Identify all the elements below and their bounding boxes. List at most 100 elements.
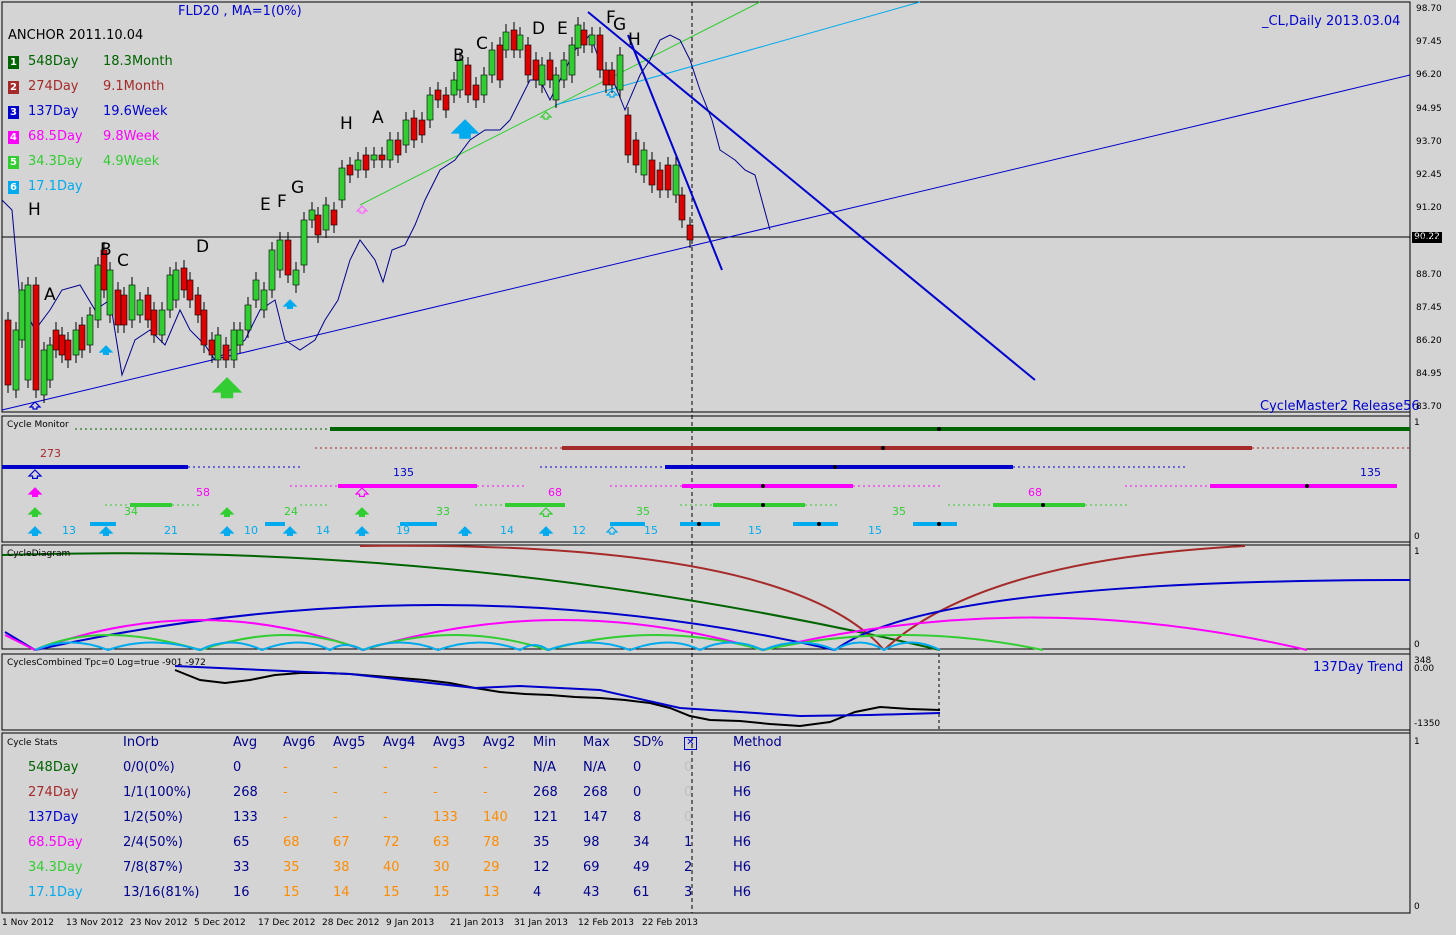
stats-header: Avg5 (333, 735, 366, 750)
stats-cell: 268 (233, 785, 258, 800)
candle-body (40, 349, 48, 396)
candle-body (166, 274, 174, 311)
candle-body (314, 214, 322, 236)
candle-body (678, 194, 686, 221)
monitor-number: 24 (284, 505, 298, 518)
stats-panel-border (1, 732, 1411, 914)
candle-body (640, 149, 648, 176)
stats-header: Min (533, 735, 557, 750)
price-tick: 83.70 (1416, 402, 1442, 413)
candle-body (18, 289, 26, 341)
candle-body (656, 169, 664, 191)
close-icon: ✕ (684, 737, 697, 750)
candle-body (524, 44, 532, 76)
candle-body (370, 154, 378, 161)
candle-body (338, 167, 346, 201)
monitor-number: 13 (62, 524, 76, 537)
wave-label: D (532, 19, 546, 39)
stats-cell: 268 (533, 785, 558, 800)
stats-cell: 69 (583, 860, 600, 875)
monitor-number: 35 (892, 505, 906, 518)
stats-cell: 13 (483, 885, 500, 900)
candle-body (418, 119, 426, 136)
stats-cell: - (433, 785, 438, 800)
diagram-panel-border (1, 544, 1411, 650)
legend-day: 17.1Day (28, 179, 83, 194)
cycle-arrow (219, 526, 235, 536)
candle-body (46, 344, 54, 381)
stats-cell: - (483, 760, 488, 775)
candle-body (252, 279, 260, 301)
candle-body (300, 219, 308, 266)
cycle-arrow (354, 507, 370, 517)
date-tick: 13 Nov 2012 (66, 918, 124, 928)
candle-body (450, 79, 458, 96)
stats-cell: 13/16(81%) (123, 885, 200, 900)
monitor-number: 34 (124, 505, 138, 518)
candle-body (308, 209, 316, 221)
candle-body (434, 89, 442, 101)
stats-cell: 1 (684, 835, 693, 850)
candle-body (86, 314, 94, 346)
legend-period: 19.6Week (103, 104, 168, 119)
wave-label: A (44, 285, 56, 305)
stats-cell: 0 (633, 760, 642, 775)
candle-body (292, 269, 300, 286)
stats-row-name: 17.1Day (28, 885, 83, 900)
candle-body (386, 139, 394, 161)
candle-body (588, 34, 596, 46)
stats-cell: 38 (333, 860, 350, 875)
stats-header: Avg6 (283, 735, 316, 750)
candle-body (402, 119, 410, 146)
candle-body (580, 29, 588, 46)
stats-cell: 72 (383, 835, 400, 850)
stats-cell: 35 (283, 860, 300, 875)
price-chart (1, 1, 1411, 914)
stats-cell: 3 (684, 885, 693, 900)
monitor-number: 21 (164, 524, 178, 537)
candle-body (64, 339, 72, 361)
candle-body (244, 304, 252, 331)
wave-label: C (117, 251, 129, 271)
stats-row-name: 137Day (28, 810, 79, 825)
candle-body (378, 154, 386, 161)
price-tick: 97.45 (1416, 37, 1442, 48)
candle-body (32, 284, 40, 391)
candle-body (214, 334, 222, 361)
candle-body (496, 44, 504, 81)
wave-label: F (277, 192, 287, 212)
candle-body (94, 264, 102, 321)
stats-cell: H6 (733, 810, 752, 825)
stats-cell: 29 (483, 860, 500, 875)
cycle-arrow (98, 526, 114, 536)
stats-row-name: 548Day (28, 760, 79, 775)
candle-body (596, 34, 604, 71)
stats-cell: 140 (483, 810, 508, 825)
legend-period: 18.3Month (103, 54, 173, 69)
stats-cell: 147 (583, 810, 608, 825)
price-tick: 98.70 (1416, 4, 1442, 14)
stats-cell: 0 (684, 810, 693, 825)
stats-cell: H6 (733, 760, 752, 775)
candle-body (538, 64, 546, 86)
price-tick: 92.45 (1416, 170, 1442, 180)
candle-body (624, 114, 632, 156)
stats-cell: 35 (533, 835, 550, 850)
stats-cell: 7/8(87%) (123, 860, 183, 875)
stats-cell: 16 (233, 885, 250, 900)
stats-cell: - (383, 760, 388, 775)
stats-cell: 133 (233, 810, 258, 825)
legend-period: 4.9Week (103, 154, 160, 169)
cycle-arrow (282, 526, 298, 536)
diagram-axis-top: 1 (1414, 547, 1420, 557)
stats-cell: 78 (483, 835, 500, 850)
candle-body (354, 159, 362, 171)
price-tick: 87.45 (1416, 302, 1442, 313)
cycle-arrow (27, 507, 43, 517)
candle-body (158, 309, 166, 336)
candle-body (144, 294, 152, 321)
candle-body (12, 329, 20, 391)
wave-label: A (372, 108, 384, 128)
stats-cell: 268 (583, 785, 608, 800)
stats-cell: H6 (733, 885, 752, 900)
